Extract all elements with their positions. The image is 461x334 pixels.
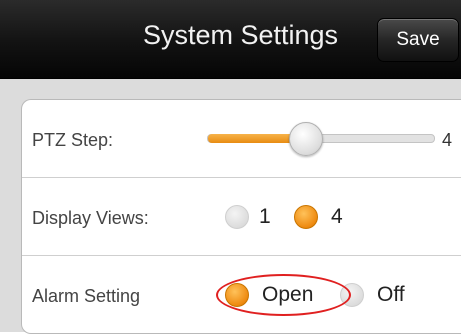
- ptz-step-slider-thumb[interactable]: [289, 122, 324, 156]
- ptz-step-value: 4: [442, 130, 453, 150]
- alarm-setting-option-off-label: Off: [377, 283, 405, 306]
- alarm-setting-label: Alarm Setting: [32, 286, 141, 306]
- display-views-option-1-label: 1: [259, 205, 271, 228]
- ptz-step-label: PTZ Step:: [32, 130, 114, 150]
- navigation-bar: System Settings Save: [0, 0, 461, 79]
- display-views-radio-4[interactable]: [294, 205, 318, 229]
- settings-panel: PTZ Step: 4 Display Views: 1 4 Alarm Set…: [21, 99, 461, 334]
- highlight-annotation-circle: [216, 274, 351, 316]
- ptz-step-row: PTZ Step: 4: [22, 100, 461, 178]
- display-views-radio-1[interactable]: [225, 205, 249, 229]
- save-button[interactable]: Save: [377, 18, 459, 62]
- ptz-step-slider[interactable]: [207, 122, 435, 156]
- settings-content: PTZ Step: 4 Display Views: 1 4 Alarm Set…: [0, 79, 461, 334]
- display-views-option-4-label: 4: [331, 205, 343, 228]
- display-views-row: Display Views: 1 4: [22, 178, 461, 256]
- alarm-setting-row: Alarm Setting Open Off: [22, 256, 461, 333]
- display-views-label: Display Views:: [32, 208, 149, 228]
